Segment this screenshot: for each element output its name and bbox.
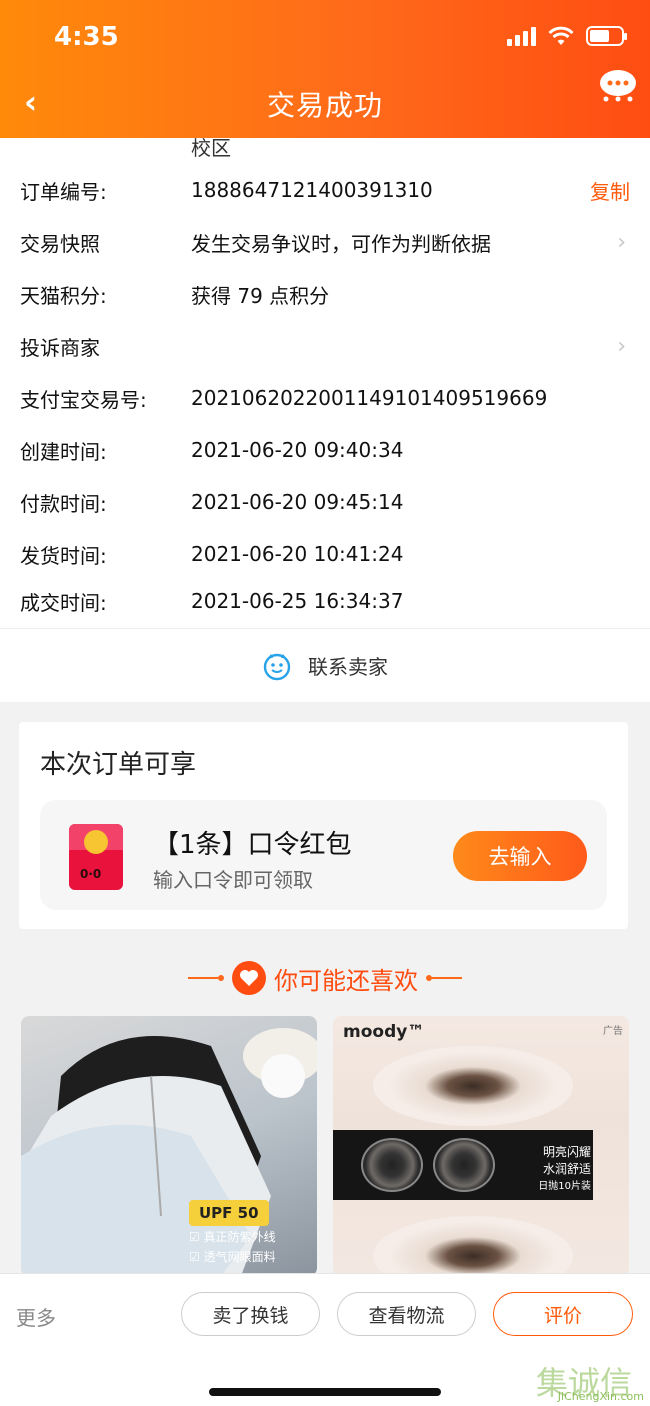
alipay-number-row: 支付宝交易号: 2021062022001149101409519669 [0,372,650,424]
lens-tagline: 明亮闪耀 水润舒适 日抛10片装 [538,1144,591,1195]
promo-title: 本次订单可享 [40,750,197,780]
chevron-right-icon: › [617,333,626,359]
coupon-title: 【1条】口令红包 [153,830,352,860]
row-value: 2021-06-25 16:34:37 [191,589,404,613]
status-time: 4:35 [54,22,119,52]
heading-decoration-right [426,975,462,981]
row-value: 1888647121400391310 [191,178,433,202]
page-title: 交易成功 [266,89,383,122]
contact-seller-button[interactable]: 联系卖家 [0,628,650,702]
address-tail: 校区 [191,136,231,160]
row-value: 2021062022001149101409519669 [191,386,548,410]
more-button[interactable]: 更多 [16,1302,56,1331]
row-value: 2021-06-20 09:40:34 [191,438,404,462]
enter-code-button[interactable]: 去输入 [453,831,587,881]
red-envelope-icon: 0·0 [69,824,123,890]
upf-badge: UPF 50 [189,1200,269,1226]
bottom-action-bar: 更多 卖了换钱 查看物流 评价 集诚信 JiChengXin.com [0,1273,650,1406]
row-label: 交易快照 [20,231,100,256]
wifi-icon [548,26,574,45]
coupon-item: 0·0 【1条】口令红包 输入口令即可领取 去输入 [40,800,607,910]
row-value: 发生交易争议时，可作为判断依据 [191,231,491,256]
complain-row[interactable]: 投诉商家 › [0,320,650,372]
row-value: 获得 79 点积分 [191,283,330,308]
order-number-row: 订单编号: 1888647121400391310 复制 [0,164,650,216]
ad-tag: 广告 [603,1026,623,1037]
points-row: 天猫积分: 获得 79 点积分 [0,268,650,320]
seller-face-icon [263,653,291,680]
lens-image [433,1138,495,1192]
recommend-title: 你可能还喜欢 [274,966,418,995]
review-button[interactable]: 评价 [493,1292,633,1336]
row-value: 2021-06-20 09:45:14 [191,490,404,514]
signal-icon [507,26,536,46]
feature-text: ☑ 透气网眼面料 [189,1250,276,1264]
row-label: 订单编号: [20,179,107,204]
copy-button[interactable]: 复制 [590,176,630,205]
row-label: 投诉商家 [20,335,100,360]
row-value: 2021-06-20 10:41:24 [191,542,404,566]
contact-seller-label: 联系卖家 [308,655,388,679]
chat-bubble-icon[interactable] [598,68,638,102]
recommend-heading: 你可能还喜欢 [0,958,650,998]
chevron-right-icon: › [617,229,626,255]
shipped-time-row: 发货时间: 2021-06-20 10:41:24 [0,528,650,580]
paid-time-row: 付款时间: 2021-06-20 09:45:14 [0,476,650,528]
product-card-jacket[interactable]: UPF 50 ☑ 真正防紫外线 ☑ 透气网眼面料 [21,1016,317,1276]
row-label: 创建时间: [20,439,107,464]
eye-image [373,1216,573,1276]
eye-image [373,1046,573,1126]
order-info-panel: 校区 订单编号: 1888647121400391310 复制 交易快照 发生交… [0,136,650,628]
tagline-3: 日抛10片装 [538,1181,591,1192]
home-indicator[interactable] [209,1388,441,1396]
lens-image [361,1138,423,1192]
heart-icon [232,961,266,995]
sell-button[interactable]: 卖了换钱 [181,1292,320,1336]
envelope-face: 0·0 [80,867,102,881]
tagline-1: 明亮闪耀 [542,1145,591,1159]
row-label: 发货时间: [20,543,107,568]
snapshot-row[interactable]: 交易快照 发生交易争议时，可作为判断依据 › [0,216,650,268]
track-logistics-button[interactable]: 查看物流 [337,1292,476,1336]
coupon-subtitle: 输入口令即可领取 [153,868,313,892]
row-label: 成交时间: [20,590,107,615]
row-label: 支付宝交易号: [20,387,147,412]
row-label: 付款时间: [20,491,107,516]
promo-card: 本次订单可享 0·0 【1条】口令红包 输入口令即可领取 去输入 [19,722,628,929]
feature-text: ☑ 真正防紫外线 [189,1230,276,1244]
heading-decoration-left [188,975,224,981]
status-icons [507,26,627,46]
battery-icon [586,26,627,46]
created-time-row: 创建时间: 2021-06-20 09:40:34 [0,424,650,476]
deal-time-row: 成交时间: 2021-06-25 16:34:37 [0,575,650,627]
product-card-lenses[interactable]: moody™ 广告 明亮闪耀 水润舒适 日抛10片装 [333,1016,629,1276]
watermark-text: JiChengXin.com [557,1390,644,1403]
row-label: 天猫积分: [20,283,107,308]
tagline-2: 水润舒适 [542,1162,591,1176]
header-bar: 4:35 ‹ 交易成功 [0,0,650,138]
brand-logo: moody™ [343,1022,425,1042]
